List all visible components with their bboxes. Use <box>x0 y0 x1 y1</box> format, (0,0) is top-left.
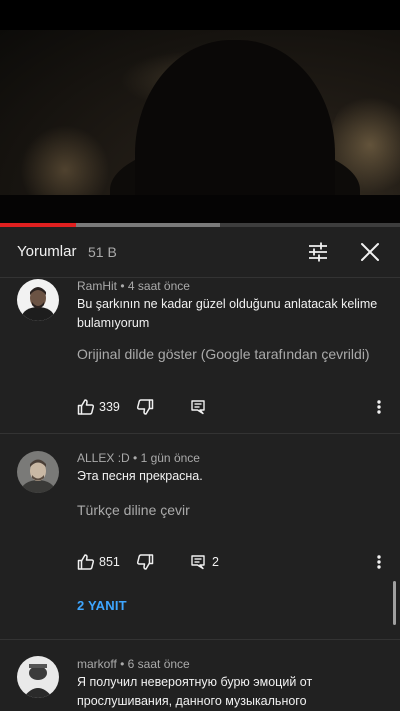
like-button[interactable]: 851 <box>77 551 120 573</box>
comment-text: Bu şarkının ne kadar güzel olduğunu anla… <box>77 297 378 330</box>
meta-separator: • <box>116 657 128 671</box>
comments-panel: Yorumlar 51 B RamHit • 4 saat önce Bu şa… <box>0 227 400 711</box>
comment-thread: ALLEX :D • 1 gün önce Эта песня прекрасн… <box>0 434 400 639</box>
comment-actions: 851 2 <box>77 551 397 573</box>
comments-count: 51 B <box>88 244 117 260</box>
video-bottom-band <box>0 195 400 225</box>
comment-author[interactable]: RamHit <box>77 279 117 293</box>
comment-time: 1 gün önce <box>140 451 200 465</box>
thumbs-up-icon <box>77 398 95 416</box>
thumbs-up-icon <box>77 553 95 571</box>
status-bar <box>0 0 400 30</box>
thumbs-down-icon <box>136 553 154 571</box>
more-vert-icon[interactable] <box>373 396 385 418</box>
like-count: 851 <box>99 555 120 569</box>
like-button[interactable]: 339 <box>77 396 120 418</box>
comment-text: Эта песня прекрасна. <box>77 469 203 483</box>
comment-time: 4 saat önce <box>127 279 190 293</box>
translate-toggle[interactable]: Türkçe diline çevir <box>77 502 190 518</box>
comment-thread: RamHit • 4 saat önce Bu şarkının ne kada… <box>0 278 400 433</box>
reply-icon <box>190 554 206 570</box>
comment-time: 6 saat önce <box>127 657 190 671</box>
close-icon[interactable] <box>356 238 384 266</box>
avatar[interactable] <box>17 279 59 321</box>
scrollbar-thumb[interactable] <box>393 581 396 625</box>
comment-actions: 339 <box>77 396 397 418</box>
sliders-icon[interactable] <box>304 239 332 265</box>
reply-count: 2 <box>212 555 219 569</box>
comments-title: Yorumlar <box>17 243 77 260</box>
comment-meta: RamHit • 4 saat önce <box>77 279 190 293</box>
reply-icon <box>190 399 206 415</box>
comment-author[interactable]: ALLEX :D <box>77 451 130 465</box>
reply-button[interactable] <box>190 396 206 418</box>
avatar[interactable] <box>17 451 59 493</box>
comment-meta: markoff • 6 saat önce <box>77 657 190 671</box>
reply-button[interactable]: 2 <box>190 551 219 573</box>
thumbs-down-icon <box>136 398 154 416</box>
avatar[interactable] <box>17 656 59 698</box>
like-count: 339 <box>99 400 120 414</box>
meta-separator: • <box>129 451 141 465</box>
more-vert-icon[interactable] <box>373 551 385 573</box>
comment-author[interactable]: markoff <box>77 657 117 671</box>
meta-separator: • <box>117 279 128 293</box>
comment-thread: markoff • 6 saat önce Я получил невероят… <box>0 640 400 711</box>
translate-toggle[interactable]: Orijinal dilde göster (Google tarafından… <box>77 346 370 362</box>
comment-text: Я получил невероятную бурю эмоций от про… <box>77 675 313 708</box>
dislike-button[interactable] <box>136 396 154 418</box>
view-replies-link[interactable]: 2 YANIT <box>77 598 127 613</box>
comment-meta: ALLEX :D • 1 gün önce <box>77 451 200 465</box>
comments-header: Yorumlar 51 B <box>0 227 400 277</box>
video-player[interactable] <box>0 30 400 225</box>
dislike-button[interactable] <box>136 551 154 573</box>
